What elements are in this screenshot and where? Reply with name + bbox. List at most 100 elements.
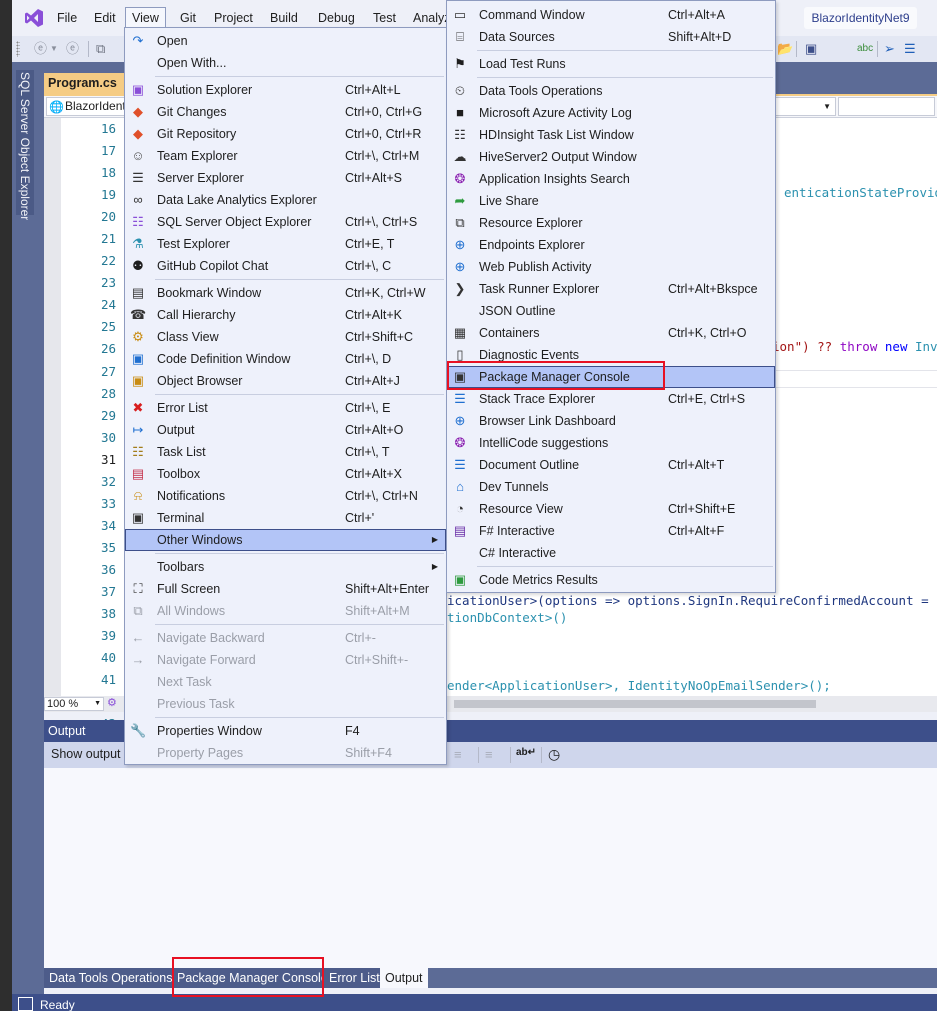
code-line-20: enticationStateProvide [784,185,937,200]
menu-item-label: Error List [157,401,208,415]
document-tab-program-cs[interactable]: Program.cs [44,73,136,94]
lightbulb-icon: ❂ [454,435,466,450]
menu-item-call-hierarchy[interactable]: ☎ Call Hierarchy Ctrl+Alt+K [125,304,446,326]
menu-item-f-interactive[interactable]: ▤ F# Interactive Ctrl+Alt+F [447,520,775,542]
menu-item-full-screen[interactable]: ⛶ Full Screen Shift+Alt+Enter [125,578,446,600]
menu-item-microsoft-azure-activity-log[interactable]: ■ Microsoft Azure Activity Log [447,102,775,124]
menu-item-shortcut: Ctrl+Alt+A [668,8,725,22]
menu-item-class-view[interactable]: ⚙ Class View Ctrl+Shift+C [125,326,446,348]
window-home-icon[interactable]: ▣ [805,41,817,57]
zoom-level-dropdown[interactable]: 100 % ▼ [44,697,104,711]
menu-item-toolbars[interactable]: Toolbars ▶ [125,556,446,578]
menu-item-shortcut: Ctrl+Alt+K [345,308,402,322]
menu-item-property-pages[interactable]: Property Pages Shift+F4 [125,742,446,764]
menu-edit[interactable]: Edit [88,8,122,28]
spell-check-icon[interactable]: abc [857,41,873,57]
solution-name-badge[interactable]: BlazorIdentityNet9 [804,7,917,29]
menu-item-code-metrics-results[interactable]: ▣ Code Metrics Results [447,569,775,591]
clock-icon[interactable]: ◷ [548,746,560,763]
output-text-area[interactable] [44,768,937,968]
menu-item-git-changes[interactable]: ◆ Git Changes Ctrl+0, Ctrl+G [125,101,446,123]
menu-item-c-interactive[interactable]: C# Interactive [447,542,775,564]
menu-item-intellicode-suggestions[interactable]: ❂ IntelliCode suggestions [447,432,775,454]
menu-item-containers[interactable]: ▦ Containers Ctrl+K, Ctrl+O [447,322,775,344]
menu-item-code-definition-window[interactable]: ▣ Code Definition Window Ctrl+\, D [125,348,446,370]
menu-item-label: Server Explorer [157,171,244,185]
pointer-select-icon[interactable]: ➢ [884,41,895,57]
menu-item-notifications[interactable]: ⍾ Notifications Ctrl+\, Ctrl+N [125,485,446,507]
go-to-next-message-icon[interactable]: ≡ [454,747,462,762]
menu-item-document-outline[interactable]: ☰ Document Outline Ctrl+Alt+T [447,454,775,476]
menu-view[interactable]: View [125,7,166,29]
menu-item-navigate-forward[interactable]: → Navigate Forward Ctrl+Shift+- [125,649,446,671]
menu-item-server-explorer[interactable]: ☰ Server Explorer Ctrl+Alt+S [125,167,446,189]
menu-item-resource-explorer[interactable]: ⧉ Resource Explorer [447,212,775,234]
menu-file[interactable]: File [51,8,83,28]
toolbar-grip[interactable] [16,41,20,57]
menu-item-command-window[interactable]: ▭ Command Window Ctrl+Alt+A [447,4,775,26]
menu-item-sql-server-object-explorer[interactable]: ☷ SQL Server Object Explorer Ctrl+\, Ctrl+… [125,211,446,233]
menu-item-next-task[interactable]: Next Task [125,671,446,693]
sql-server-object-explorer-tab-label[interactable]: SQL Server Object Explorer [18,72,32,220]
menu-item-properties-window[interactable]: 🔧 Properties Window F4 [125,720,446,742]
menu-item-web-publish-activity[interactable]: ⊕ Web Publish Activity [447,256,775,278]
menu-item-output[interactable]: ↦ Output Ctrl+Alt+O [125,419,446,441]
menu-item-other-windows[interactable]: Other Windows ▶ [125,529,446,551]
menu-item-json-outline[interactable]: JSON Outline [447,300,775,322]
menu-item-stack-trace-explorer[interactable]: ☰ Stack Trace Explorer Ctrl+E, Ctrl+S [447,388,775,410]
menu-item-test-explorer[interactable]: ⚗ Test Explorer Ctrl+E, T [125,233,446,255]
menu-item-browser-link-dashboard[interactable]: ⊕ Browser Link Dashboard [447,410,775,432]
menu-item-open-with[interactable]: Open With... [125,52,446,74]
menu-item-label: SQL Server Object Explorer [157,215,312,229]
menu-item-all-windows[interactable]: ⧉ All Windows Shift+Alt+M [125,600,446,622]
menu-item-task-list[interactable]: ☷ Task List Ctrl+\, T [125,441,446,463]
menu-item-task-runner-explorer[interactable]: ❯ Task Runner Explorer Ctrl+Alt+Bkspce [447,278,775,300]
tab-data-tools-operations[interactable]: Data Tools Operations [44,968,178,988]
menu-item-hdinsight-task-list-window[interactable]: ☷ HDInsight Task List Window [447,124,775,146]
menu-item-team-explorer[interactable]: ☺ Team Explorer Ctrl+\, Ctrl+M [125,145,446,167]
menu-debug[interactable]: Debug [312,8,361,28]
menu-item-object-browser[interactable]: ▣ Object Browser Ctrl+Alt+J [125,370,446,392]
clear-all-icon[interactable]: ≡ [485,747,493,762]
menu-item-live-share[interactable]: ➦ Live Share [447,190,775,212]
menu-item-shortcut: Ctrl+- [345,631,376,645]
menu-git[interactable]: Git [174,8,202,28]
menu-test[interactable]: Test [367,8,402,28]
menu-item-label: Resource View [479,502,563,516]
menu-item-resource-view[interactable]: ◔ Resource View Ctrl+Shift+E [447,498,775,520]
menu-item-data-tools-operations[interactable]: ⏲ Data Tools Operations [447,80,775,102]
menu-item-git-repository[interactable]: ◆ Git Repository Ctrl+0, Ctrl+R [125,123,446,145]
document-outline-toolbar-icon[interactable]: ☰ [904,41,916,57]
tab-output[interactable]: Output [380,968,428,988]
tab-error-list[interactable]: Error List [324,968,385,988]
menu-item-hiveserver2-output-window[interactable]: ☁ HiveServer2 Output Window [447,146,775,168]
menu-item-solution-explorer[interactable]: ▣ Solution Explorer Ctrl+Alt+L [125,79,446,101]
menu-item-label: Code Metrics Results [479,573,598,587]
menu-item-bookmark-window[interactable]: ▤ Bookmark Window Ctrl+K, Ctrl+W [125,282,446,304]
word-wrap-icon[interactable]: ab↵ [516,747,536,758]
menu-item-endpoints-explorer[interactable]: ⊕ Endpoints Explorer [447,234,775,256]
menu-item-application-insights-search[interactable]: ❂ Application Insights Search [447,168,775,190]
menu-item-github-copilot-chat[interactable]: ⚉ GitHub Copilot Chat Ctrl+\, C [125,255,446,277]
horizontal-scrollbar-thumb[interactable] [454,700,816,708]
intellicode-status-icon[interactable]: ⚙ [107,696,117,709]
menu-item-error-list[interactable]: ✖ Error List Ctrl+\, E [125,397,446,419]
menu-item-terminal[interactable]: ▣ Terminal Ctrl+' [125,507,446,529]
menu-project[interactable]: Project [208,8,259,28]
menu-item-dev-tunnels[interactable]: ⌂ Dev Tunnels [447,476,775,498]
menu-item-data-sources[interactable]: ⌸ Data Sources Shift+Alt+D [447,26,775,48]
navigate-forward-icon[interactable]: ⓔ [66,41,79,57]
member-dropdown[interactable] [838,97,935,116]
navigate-back-icon[interactable]: ⓔ [34,41,47,57]
menu-item-label: Data Sources [479,30,555,44]
menu-build[interactable]: Build [264,8,304,28]
menu-item-load-test-runs[interactable]: ⚑ Load Test Runs [447,53,775,75]
find-in-files-icon[interactable]: 📂 [777,41,793,57]
menu-item-navigate-backward[interactable]: ← Navigate Backward Ctrl+- [125,627,446,649]
menu-item-data-lake-analytics-explorer[interactable]: ∞ Data Lake Analytics Explorer [125,189,446,211]
menu-item-toolbox[interactable]: ▤ Toolbox Ctrl+Alt+X [125,463,446,485]
new-item-icon[interactable]: ⧉ [96,41,105,57]
menu-item-previous-task[interactable]: Previous Task [125,693,446,715]
menu-item-open[interactable]: ↷ Open [125,30,446,52]
dropdown-caret-icon[interactable]: ▼ [50,41,58,57]
